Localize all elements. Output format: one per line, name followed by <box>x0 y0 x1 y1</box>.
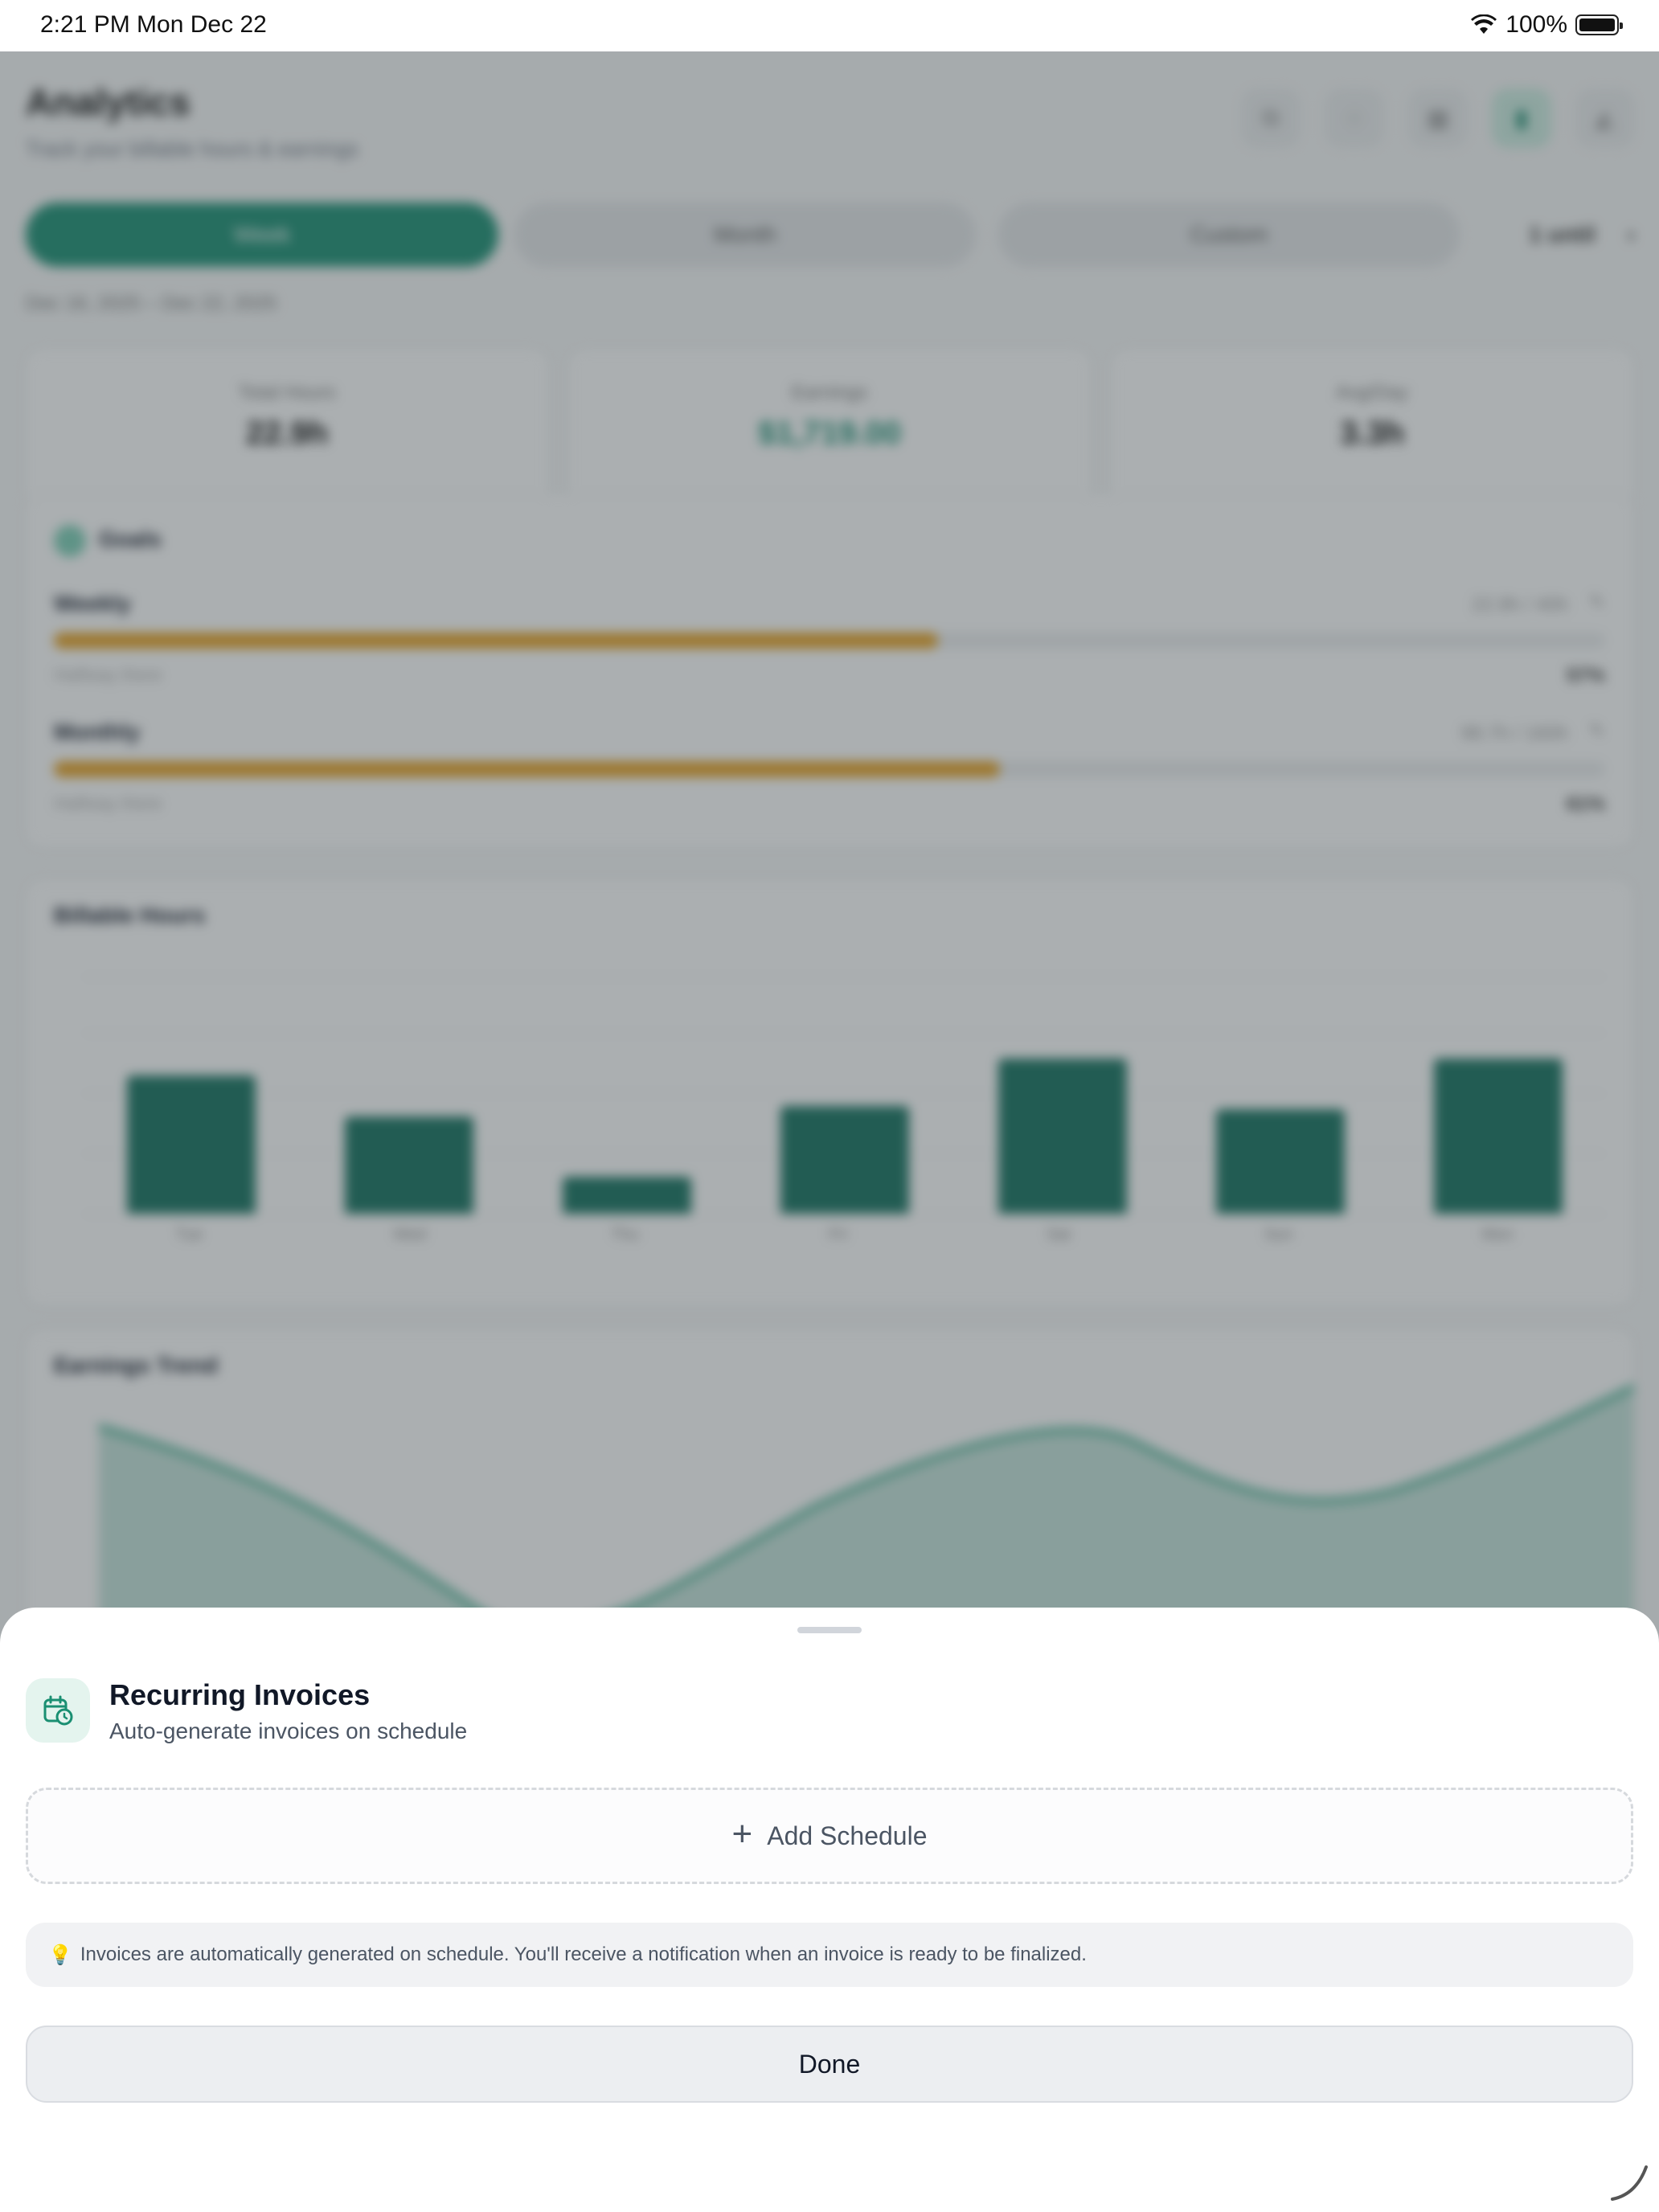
battery-icon <box>1575 14 1623 35</box>
add-schedule-label: Add Schedule <box>767 1821 928 1850</box>
recurring-invoices-sheet: Recurring Invoices Auto-generate invoice… <box>0 1608 1659 2212</box>
plus-icon: + <box>731 1814 753 1854</box>
sheet-subtitle: Auto-generate invoices on schedule <box>109 1718 468 1743</box>
status-right: 100% <box>1470 11 1623 39</box>
lightbulb-icon: 💡 <box>48 1944 72 1966</box>
modal-scrim[interactable] <box>0 51 1659 1667</box>
info-tip: 💡 Invoices are automatically generated o… <box>26 1923 1633 1987</box>
sheet-title: Recurring Invoices <box>109 1678 371 1711</box>
battery-percent: 100% <box>1505 11 1567 38</box>
calendar-clock-icon <box>26 1678 90 1743</box>
info-tip-text: Invoices are automatically generated on … <box>80 1944 1087 1965</box>
done-button[interactable]: Done <box>26 2026 1633 2103</box>
sheet-grabber[interactable] <box>797 1627 862 1633</box>
status-bar: 2:21 PM Mon Dec 22 100% <box>0 0 1659 51</box>
status-time: 2:21 PM Mon Dec 22 <box>40 11 267 38</box>
scroll-indicator-icon <box>1611 2165 1648 2201</box>
add-schedule-button[interactable]: + Add Schedule <box>26 1788 1633 1884</box>
wifi-icon <box>1471 14 1497 34</box>
